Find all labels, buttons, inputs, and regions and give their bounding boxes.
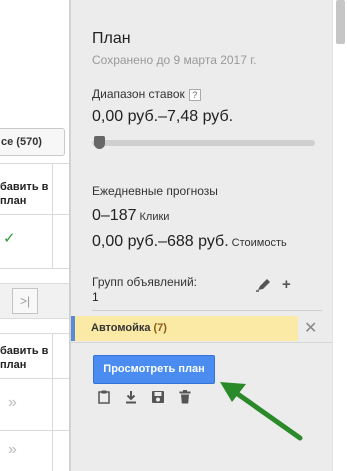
arrow-annotation [220,382,303,441]
ad-group-name: Автомойка [91,322,151,334]
last-page-button[interactable]: >| [12,288,38,314]
column-header-add-to-plan: бавить в план [0,344,52,372]
column-divider [52,334,53,471]
filter-pill[interactable]: ce (570) [0,128,65,156]
clicks-unit: Клики [139,211,170,223]
add-row-icon[interactable]: » [8,441,17,459]
cost-unit: Стоимость [231,237,287,249]
scrollbar-thumb[interactable] [336,0,345,44]
add-icon[interactable]: + [282,276,291,293]
plan-title: План [92,30,131,47]
help-icon[interactable]: ? [188,89,201,101]
column-divider [52,164,53,268]
bid-slider-track[interactable] [92,140,315,146]
cost-value: 0,00 руб.–688 руб. [92,233,229,250]
pager: >| [0,283,69,319]
ad-group-keyword-count: (7) [153,322,167,334]
divider [0,163,69,164]
check-icon[interactable]: ✓ [3,229,16,247]
divider [0,214,69,215]
keyword-table-panel: ce (570) бавить в план ✓ >| бавить в пла… [0,0,70,471]
bid-range-label: Диапазон ставок? [92,87,201,101]
bid-slider-handle[interactable] [94,136,105,149]
divider [0,378,69,379]
add-row-icon[interactable]: » [8,394,17,412]
ad-groups-count: 1 [92,290,99,304]
clicks-forecast: 0–187 Клики [92,207,169,225]
column-header-line: бавить в [0,345,49,357]
bid-range-value: 0,00 руб.–7,48 руб. [92,108,234,125]
column-header-add-to-plan: бавить в план [0,180,52,208]
divider [0,268,69,269]
scrollbar[interactable] [332,0,347,471]
divider [0,430,69,431]
column-header-line: план [0,359,27,371]
divider [0,333,69,334]
ad-groups-label: Групп объявлений: [92,275,197,289]
clicks-value: 0–187 [92,207,137,224]
column-header-line: план [0,195,27,207]
edit-icon[interactable] [256,278,272,295]
saved-status: Сохранено до 9 марта 2017 г. [92,53,257,67]
ad-group-item[interactable]: Автомойка (7) [71,316,298,341]
divider [71,342,333,343]
divider [92,310,322,311]
forecast-label: Ежедневные прогнозы [92,184,218,198]
column-header-line: бавить в [0,181,49,193]
cost-forecast: 0,00 руб.–688 руб. Стоимость [92,233,287,251]
close-icon[interactable]: ✕ [304,318,317,338]
bid-range-label-text: Диапазон ставок [92,87,185,101]
